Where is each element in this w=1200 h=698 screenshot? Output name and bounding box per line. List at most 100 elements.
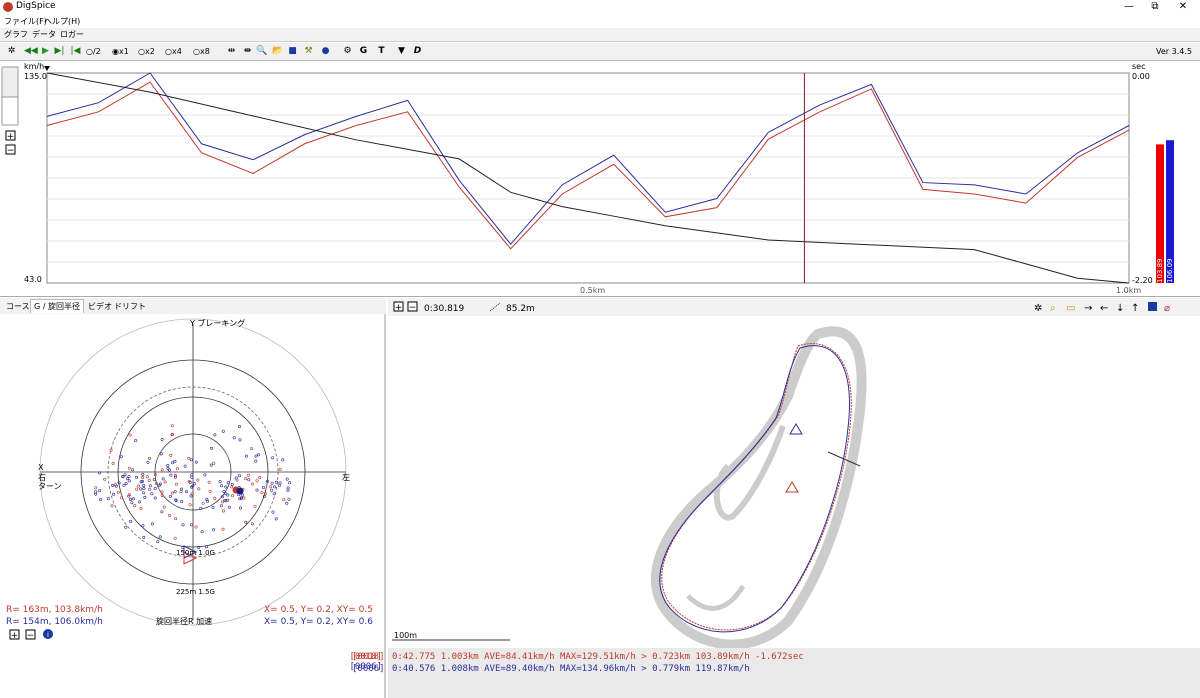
scatter-point (116, 490, 120, 494)
scatter-point (241, 493, 245, 497)
d-icon[interactable]: D (412, 46, 423, 57)
scatter-point (148, 484, 152, 488)
scatter-point (226, 481, 230, 485)
scatter-point (220, 484, 224, 488)
scatter-point (138, 500, 142, 504)
lap-row-blue[interactable]: [0006] 0:40.576 1.008km AVE=89.40km/h MA… (352, 664, 1200, 676)
play-icon[interactable]: ▶ (40, 46, 51, 57)
speed-x4-radio[interactable]: ○x4 (165, 47, 182, 56)
arrow-left-icon[interactable]: ← (1100, 303, 1108, 314)
arrow-down-icon[interactable]: ↓ (1116, 303, 1124, 314)
red-xy-readout: X= 0.5, Y= 0.2, XY= 0.5 (264, 605, 373, 615)
map-zoom-icon[interactable]: ⌕ (1050, 303, 1056, 314)
map-save-icon[interactable] (1148, 302, 1157, 311)
shrink-horizontal-icon[interactable]: ⇼ (242, 46, 253, 57)
scatter-point (193, 482, 197, 486)
distance-readout: 85.2m (506, 304, 535, 314)
tab-data[interactable]: データ (32, 29, 56, 40)
marker-triangle-icon[interactable] (44, 66, 50, 71)
eraser-icon[interactable]: ⌀ (1164, 303, 1170, 314)
step-forward-icon[interactable]: ▶| (54, 46, 65, 57)
right-label: 左 (342, 472, 350, 482)
rewind-icon[interactable]: ◀◀ (24, 46, 38, 57)
close-button[interactable]: ✕ (1166, 0, 1200, 14)
scatter-point (135, 475, 139, 479)
scatter-point (158, 535, 162, 539)
lap-row-red[interactable]: [0018] 0:42.775 1.003km AVE=84.41km/h MA… (352, 652, 1200, 664)
side-tab-time[interactable] (1, 96, 19, 126)
lap-info-panel: [0018] 0:42.775 1.003km AVE=84.41km/h MA… (352, 648, 1200, 698)
scatter-point (209, 446, 213, 450)
svg-text:−: − (7, 146, 15, 156)
scatter-point (285, 477, 289, 481)
tab-drift[interactable]: ドリフト (114, 301, 146, 312)
globe-icon[interactable]: ● (320, 46, 331, 57)
scatter-point (169, 473, 173, 477)
speed-graph[interactable]: + − km/h 135.0 43.0 sec 0.00 -2.20 0.5km… (0, 61, 1200, 297)
arrow-up-icon[interactable]: ↑ (1131, 303, 1139, 314)
g-circle-chart[interactable]: Y ブレーキング X 右 ターン 左 150m 1.0G 225m 1.5G 旋… (0, 314, 386, 698)
tab-course[interactable]: コース (6, 301, 30, 312)
scatter-point (231, 494, 235, 498)
scatter-point (153, 487, 157, 491)
scatter-point (250, 522, 254, 526)
tools-icon[interactable]: ⚒ (303, 46, 314, 57)
scatter-point (147, 478, 151, 482)
g-panel-tabs: コース G / 旋回半径 ビデオ ドリフト (0, 298, 386, 314)
scatter-point (194, 525, 198, 529)
scatter-point (190, 523, 194, 527)
menu-bar: ファイル(F) ヘルプ(H) (0, 15, 1200, 28)
map-folder-icon[interactable]: ▭ (1066, 303, 1075, 314)
scatter-point (218, 480, 222, 484)
speed-x2-radio[interactable]: ○x2 (138, 47, 155, 56)
step-back-icon[interactable]: |◀ (70, 46, 81, 57)
menu-help[interactable]: ヘルプ(H) (44, 16, 80, 27)
lap-id-gutter-red: [0018] (349, 652, 382, 662)
scatter-point (271, 510, 275, 514)
scatter-point (123, 473, 127, 477)
scatter-point (212, 461, 216, 465)
gear-icon[interactable]: ⚙ (342, 46, 353, 57)
settings-sun-icon[interactable]: ✲ (6, 46, 17, 57)
scatter-point (247, 478, 251, 482)
ring-225-label: 225m 1.5G (176, 588, 215, 596)
scatter-point (278, 481, 282, 485)
scatter-point (254, 454, 258, 458)
open-folder-icon[interactable]: 📂 (272, 46, 283, 57)
scatter-point (213, 433, 217, 437)
arrow-right-icon[interactable]: → (1084, 303, 1092, 314)
course-map[interactable]: 100m (388, 316, 1200, 648)
tab-logger[interactable]: ロガー (60, 29, 84, 40)
scatter-point (142, 535, 146, 539)
lap-text-blue: 0:40.576 1.008km AVE=89.40km/h MAX=134.9… (392, 664, 750, 674)
tab-g-radius[interactable]: G / 旋回半径 (30, 299, 84, 313)
svg-text:−: − (409, 303, 417, 313)
side-tab-gear[interactable] (1, 66, 19, 98)
scatter-point (281, 458, 285, 462)
scatter-point (201, 501, 205, 505)
zoom-icon[interactable]: 🔍 (256, 46, 267, 57)
scatter-point (286, 488, 290, 492)
lap-id-gutter-blue: [0006] (349, 662, 382, 672)
dropdown-triangle-icon[interactable]: ▼ (396, 46, 407, 57)
speed-x1-radio[interactable]: ◉x1 (112, 47, 129, 56)
expand-horizontal-icon[interactable]: ⇹ (226, 46, 237, 57)
svg-text:+: + (7, 132, 15, 142)
scatter-point (163, 480, 167, 484)
scatter-point (274, 517, 278, 521)
save-icon[interactable]: ■ (287, 46, 298, 57)
speed-x8-radio[interactable]: ○x8 (193, 47, 210, 56)
text-icon[interactable]: T (376, 46, 387, 57)
map-settings-icon[interactable]: ✲ (1034, 303, 1042, 314)
g-icon[interactable]: G (358, 46, 369, 57)
speed-half-radio[interactable]: ○/2 (86, 47, 101, 56)
tab-video[interactable]: ビデオ (88, 301, 112, 312)
scatter-point (129, 519, 133, 523)
scatter-point (213, 496, 217, 500)
scatter-point (168, 514, 172, 518)
tab-graph[interactable]: グラフ (4, 29, 28, 40)
scatter-point (141, 472, 145, 476)
scatter-point (150, 522, 154, 526)
menu-file[interactable]: ファイル(F) (4, 16, 47, 27)
scatter-point (103, 477, 107, 481)
